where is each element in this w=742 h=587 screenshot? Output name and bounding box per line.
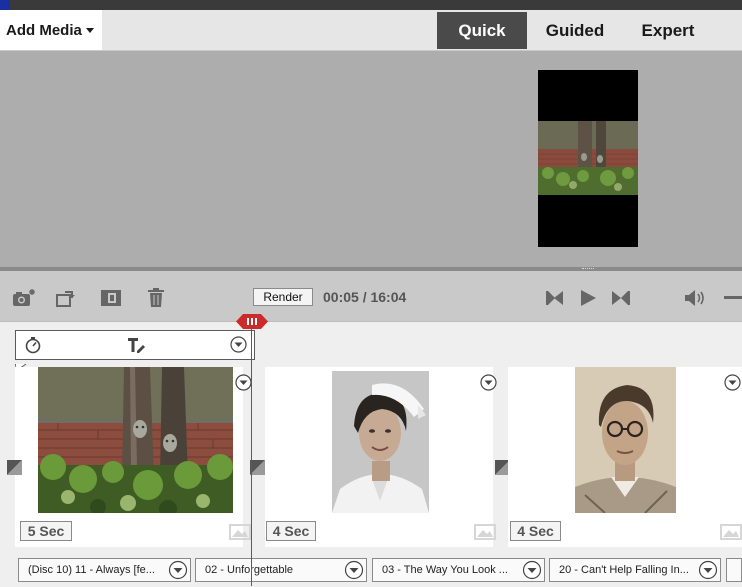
clip-1-duration[interactable]: 5 Sec [20, 521, 72, 541]
render-button[interactable]: Render [253, 288, 313, 306]
audio-clip-label: 02 - Unforgettable [205, 564, 294, 576]
image-type-icon [229, 523, 251, 541]
clip-3-thumbnail [575, 367, 676, 514]
go-to-end-icon[interactable] [609, 287, 633, 309]
go-to-start-icon[interactable] [543, 287, 567, 309]
transition-marker-1[interactable] [7, 460, 22, 475]
audio-clip-2[interactable]: 02 - Unforgettable [195, 558, 367, 582]
play-icon[interactable] [576, 287, 600, 309]
playhead-line [251, 329, 252, 586]
audio-clip-1[interactable]: (Disc 10) 11 - Always [fe... [18, 558, 191, 582]
tab-quick[interactable]: Quick [437, 12, 527, 49]
audio-clip-4[interactable]: 20 - Can't Help Falling In... [549, 558, 721, 582]
preview-image [538, 121, 638, 195]
add-media-button[interactable]: Add Media [0, 10, 102, 50]
image-type-icon [474, 523, 496, 541]
add-media-label: Add Media [6, 21, 82, 39]
caret-down-icon [85, 27, 94, 33]
timecode-display: 00:05 / 16:04 [323, 289, 407, 305]
chevron-down-icon[interactable] [698, 560, 718, 580]
chevron-down-icon[interactable] [344, 560, 364, 580]
trash-icon[interactable] [144, 287, 168, 309]
audio-clip-3[interactable]: 03 - The Way You Look ... [372, 558, 545, 582]
clip-2-menu-icon[interactable] [480, 374, 497, 391]
title-strip [0, 0, 742, 10]
transition-marker-2[interactable] [250, 460, 265, 475]
duration-timer-icon[interactable] [24, 336, 42, 354]
audio-clip-label: 03 - The Way You Look ... [382, 564, 508, 576]
clip-1-thumbnail [38, 367, 233, 518]
audio-clip-label: (Disc 10) 11 - Always [fe... [28, 564, 155, 576]
clip-3-duration[interactable]: 4 Sec [510, 521, 561, 541]
image-type-icon [720, 523, 742, 541]
clip-toolbar-pointer [15, 359, 27, 372]
text-edit-icon[interactable] [126, 336, 146, 354]
chevron-down-icon[interactable] [522, 560, 542, 580]
fit-frame-icon[interactable] [99, 287, 123, 309]
chevron-down-icon[interactable] [168, 560, 188, 580]
tab-expert[interactable]: Expert [625, 12, 711, 49]
camera-icon[interactable] [12, 287, 36, 309]
clip-2-duration[interactable]: 4 Sec [266, 521, 316, 541]
clip-options-dropdown-icon[interactable] [230, 336, 247, 353]
tab-guided[interactable]: Guided [530, 12, 620, 49]
audio-clip-label: 20 - Can't Help Falling In... [559, 564, 689, 576]
app-logo [0, 0, 10, 10]
clip-1-menu-icon[interactable] [235, 374, 252, 391]
rotate-icon[interactable] [55, 287, 79, 309]
clip-3-menu-icon[interactable] [724, 374, 741, 391]
clip-2-thumbnail [332, 371, 429, 513]
volume-icon[interactable] [683, 287, 707, 309]
volume-slider[interactable] [724, 296, 742, 299]
playhead-handle[interactable] [236, 314, 268, 329]
audio-clip-5[interactable] [726, 558, 742, 582]
